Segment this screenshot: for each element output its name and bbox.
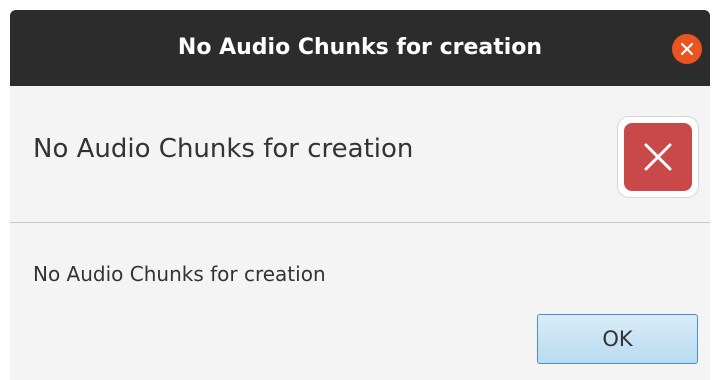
close-button[interactable] — [672, 34, 702, 64]
dialog-window: No Audio Chunks for creation No Audio Ch… — [10, 10, 710, 380]
dialog-header: No Audio Chunks for creation — [10, 86, 710, 223]
header-text: No Audio Chunks for creation — [33, 134, 414, 164]
close-icon — [680, 42, 694, 56]
ok-button[interactable]: OK — [537, 314, 698, 364]
title-bar[interactable]: No Audio Chunks for creation — [10, 10, 710, 86]
x-mark-icon — [644, 143, 672, 171]
error-icon — [617, 116, 699, 198]
error-icon-badge — [624, 123, 692, 191]
content-message: No Audio Chunks for creation — [33, 262, 326, 286]
window-title: No Audio Chunks for creation — [177, 35, 543, 60]
